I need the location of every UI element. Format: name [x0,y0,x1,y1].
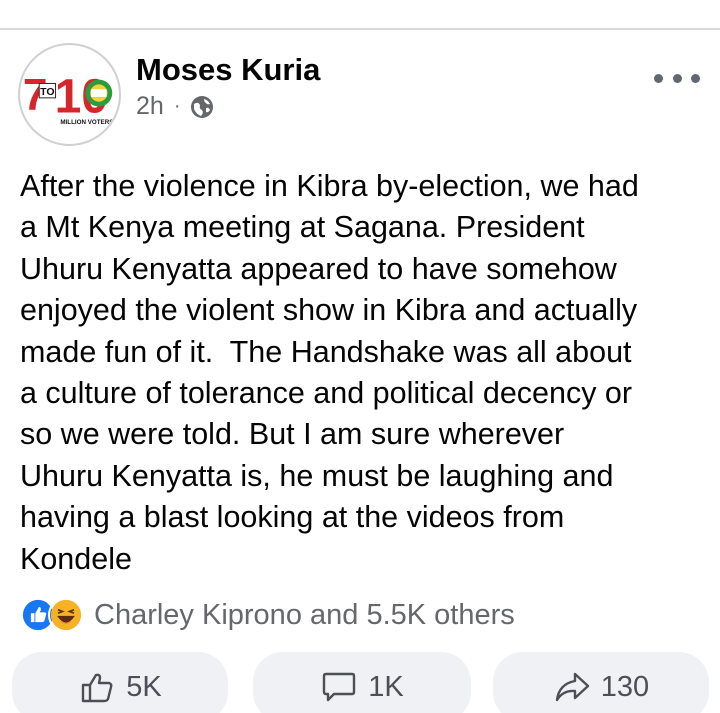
share-button[interactable]: 130 [493,652,709,713]
like-count: 5K [126,670,162,703]
avatar-logo: 7 TO 10 MILLION VOTERS [21,46,118,143]
comment-button[interactable]: 1K [253,652,471,713]
top-divider [0,28,720,30]
avatar[interactable]: 7 TO 10 MILLION VOTERS [18,43,121,146]
action-bar: 5K 1K 130 [0,648,720,713]
share-count: 130 [600,670,650,703]
post-time[interactable]: 2h [136,92,164,121]
more-dot-icon [691,73,700,83]
post-meta: 2h · [136,92,214,121]
more-options-button[interactable] [654,66,700,90]
globe-icon [191,95,214,118]
more-dot-icon [654,73,663,83]
share-icon [555,672,589,702]
meta-separator: · [173,95,181,117]
comment-icon [323,672,356,702]
comment-count: 1K [368,670,404,703]
author-name[interactable]: Moses Kuria [136,52,320,88]
post-text: After the violence in Kibra by-election,… [20,169,639,576]
reactions-bar[interactable]: Charley Kiprono and 5.5K others [20,595,515,635]
haha-reaction-icon [48,597,84,633]
more-dot-icon [672,73,682,83]
thumbs-up-icon [82,673,113,703]
logo-to: TO [40,86,54,98]
like-button[interactable]: 5K [12,652,228,713]
logo-caption: MILLION VOTERS [60,119,113,126]
reactions-summary[interactable]: Charley Kiprono and 5.5K others [94,599,515,632]
